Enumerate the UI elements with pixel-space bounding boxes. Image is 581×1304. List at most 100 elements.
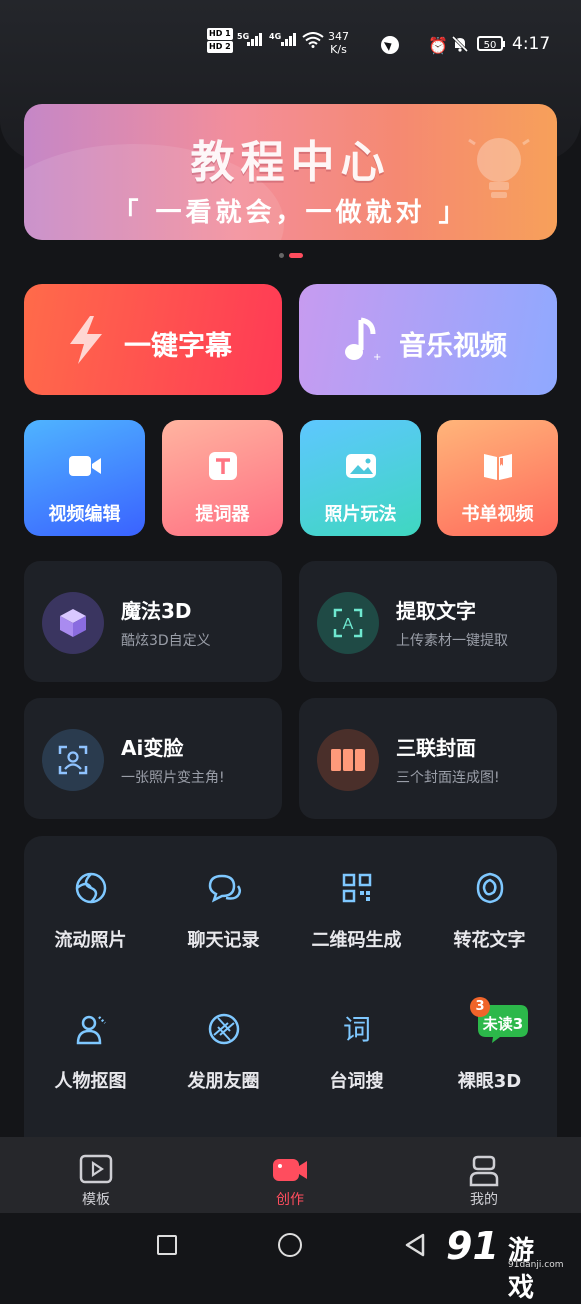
teleprompter-label: 提词器	[195, 504, 250, 525]
qr-generate-tool[interactable]: 二维码生成	[290, 870, 423, 952]
triple-panel-icon-circle	[317, 729, 379, 791]
flower-text-label: 转花文字	[453, 930, 526, 951]
unread-bubble-icon[interactable]: 未读3 3	[470, 997, 528, 1043]
home-button[interactable]	[278, 1233, 302, 1257]
post-moments-tool[interactable]: 发朋友圈	[157, 1011, 290, 1093]
tab-create[interactable]: 创作	[230, 1137, 350, 1213]
carousel-dot-active	[289, 253, 303, 258]
navigation-icon	[381, 36, 399, 54]
battery-icon: 50	[477, 36, 503, 51]
book-icon	[484, 454, 512, 480]
unread-count-badge: 3	[470, 997, 490, 1017]
alarm-icon: ⏰	[428, 36, 448, 55]
person-cutout-tool[interactable]: 人物抠图	[24, 1011, 157, 1093]
extract-text-title: 提取文字	[396, 599, 476, 623]
back-button[interactable]	[403, 1233, 427, 1257]
watermark-url: 91danji.com	[508, 1260, 564, 1270]
teleprompter-t-icon	[209, 452, 237, 480]
tab-profile[interactable]: 我的	[424, 1137, 544, 1213]
moments-shutter-icon	[208, 1013, 239, 1045]
bottom-tab-bar: 模板 创作 我的	[0, 1137, 581, 1213]
profile-icon	[469, 1155, 499, 1187]
extract-text-subtitle: 上传素材一键提取	[396, 633, 508, 649]
tutorial-banner[interactable]: 教程中心 「 一看就会，一做就对 」	[24, 104, 557, 240]
sim1-label: HD 1	[207, 28, 233, 40]
qr-code-icon	[342, 873, 371, 903]
banner-subtitle: 「 一看就会，一做就对 」	[112, 198, 469, 228]
ai-face-swap-card[interactable]: Ai变脸 一张照片变主角!	[24, 698, 282, 819]
person-cutout-label: 人物抠图	[54, 1071, 127, 1092]
tab-templates[interactable]: 模板	[36, 1137, 156, 1213]
aperture-swirl-icon	[75, 872, 106, 904]
video-camera-icon	[69, 456, 101, 476]
music-video-button[interactable]: + 音乐视频	[299, 284, 557, 395]
clock: 4:17	[512, 34, 551, 54]
video-edit-label: 视频编辑	[48, 504, 121, 525]
network-type-2: 4G	[269, 32, 282, 41]
banner-title: 教程中心	[190, 137, 391, 188]
triple-cover-title: 三联封面	[396, 736, 476, 760]
network-speed: 347 K/s	[328, 30, 349, 56]
line-search-label: 台词搜	[329, 1071, 384, 1092]
triple-cover-card[interactable]: 三联封面 三个封面连成图!	[299, 698, 557, 819]
magic-3d-title: 魔法3D	[121, 599, 192, 623]
qr-generate-label: 二维码生成	[311, 930, 402, 951]
booklist-video-button[interactable]: 书单视频	[437, 420, 558, 536]
play-template-icon	[79, 1154, 113, 1184]
naked-eye-3d-label: 裸眼3D	[457, 1071, 522, 1092]
signal-bars-2-icon	[281, 32, 297, 46]
cube-icon	[60, 609, 86, 637]
auto-subtitle-button[interactable]: 一键字幕	[24, 284, 282, 395]
face-scan-icon	[58, 745, 88, 775]
text-scan-icon: A	[333, 608, 363, 638]
flower-swirl-icon	[476, 872, 503, 904]
video-edit-button[interactable]: 视频编辑	[24, 420, 145, 536]
auto-subtitle-label: 一键字幕	[124, 331, 232, 362]
line-search-tool[interactable]: 词 台词搜	[290, 1011, 423, 1093]
flower-text-tool[interactable]: 转花文字	[423, 870, 556, 952]
text-scan-icon-circle: A	[317, 592, 379, 654]
speed-value: 347	[328, 30, 349, 43]
battery-tip	[503, 41, 505, 47]
person-cutout-icon	[76, 1015, 106, 1045]
mute-bell-icon	[451, 35, 469, 53]
recent-apps-button[interactable]	[157, 1235, 177, 1255]
lightning-icon	[70, 316, 102, 364]
speed-unit: K/s	[330, 43, 347, 56]
camera-create-icon	[273, 1159, 307, 1181]
triple-panel-icon	[331, 749, 365, 771]
music-note-icon: +	[345, 317, 381, 363]
magic-3d-card[interactable]: 魔法3D 酷炫3D自定义	[24, 561, 282, 682]
photo-play-button[interactable]: 照片玩法	[300, 420, 421, 536]
chat-bubbles-icon	[208, 874, 241, 903]
tab-profile-label: 我的	[470, 1192, 498, 1208]
chat-record-tool[interactable]: 聊天记录	[157, 870, 290, 952]
tab-templates-label: 模板	[82, 1192, 110, 1208]
ai-face-swap-title: Ai变脸	[121, 736, 184, 760]
cube-icon-circle	[42, 592, 104, 654]
photo-play-label: 照片玩法	[324, 504, 397, 525]
site-watermark: 91 游戏 91danji.com	[446, 1226, 563, 1303]
flow-photo-tool[interactable]: 流动照片	[24, 870, 157, 952]
photo-icon	[346, 454, 376, 478]
sim-indicators: HD 1 HD 2	[207, 28, 233, 54]
svg-text:A: A	[343, 616, 354, 633]
ci-character-icon: 词	[342, 1013, 370, 1046]
carousel-dot	[279, 253, 284, 258]
face-scan-icon-circle	[42, 729, 104, 791]
teleprompter-button[interactable]: 提词器	[162, 420, 283, 536]
extract-text-card[interactable]: A 提取文字 上传素材一键提取	[299, 561, 557, 682]
wifi-icon	[302, 32, 324, 48]
status-bar: HD 1 HD 2 5G 4G 347 K/s ⏰ 50 4:17	[0, 26, 581, 62]
booklist-video-label: 书单视频	[461, 504, 534, 525]
music-video-label: 音乐视频	[399, 331, 507, 362]
svg-text:+: +	[373, 352, 381, 363]
magic-3d-subtitle: 酷炫3D自定义	[121, 633, 211, 649]
ai-face-swap-subtitle: 一张照片变主角!	[121, 770, 225, 786]
unread-text: 未读3	[482, 1015, 524, 1033]
flow-photo-label: 流动照片	[54, 930, 127, 951]
triple-cover-subtitle: 三个封面连成图!	[396, 770, 500, 786]
chat-record-label: 聊天记录	[187, 930, 260, 951]
tab-create-label: 创作	[276, 1192, 304, 1208]
post-moments-label: 发朋友圈	[187, 1071, 260, 1092]
